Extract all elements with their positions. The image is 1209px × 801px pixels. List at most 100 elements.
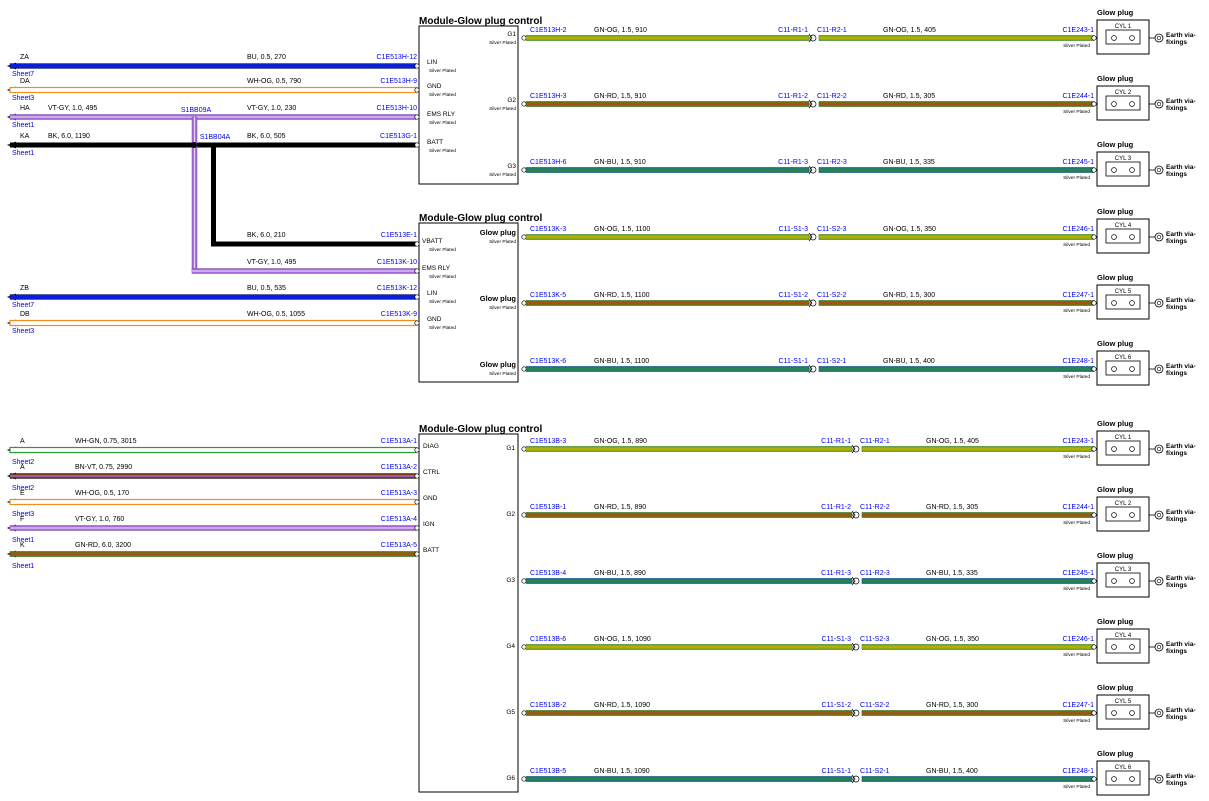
glow-plug-box-inner <box>1105 228 1141 244</box>
wire-spec: BN-VT, 0.75, 2990 <box>75 464 132 471</box>
sheet-link[interactable]: Sheet7 <box>12 302 34 309</box>
sheet-link[interactable]: Sheet1 <box>12 150 34 157</box>
module-pin-label: Glow plug <box>480 228 517 237</box>
connector-id-link[interactable]: C1E247-1 <box>1062 292 1094 299</box>
connector-id-link[interactable]: C1E513B-6 <box>530 636 566 643</box>
inline-connector-id[interactable]: C11-S1-1 <box>822 768 852 775</box>
inline-connector-id[interactable]: C11-R2-1 <box>817 27 847 34</box>
connector-id-link[interactable]: C1E513H-3 <box>530 93 567 100</box>
connector-id-link[interactable]: C1E248-1 <box>1062 768 1094 775</box>
connector-id-link[interactable]: C1E246-1 <box>1062 226 1094 233</box>
connector-id-link[interactable]: C1E513K-12 <box>377 285 417 292</box>
inline-connector-id[interactable]: C11-S1-2 <box>779 292 809 299</box>
plug-pin-icon <box>1129 578 1135 584</box>
inline-connector-id[interactable]: C11-R1-2 <box>778 93 808 100</box>
inline-connector-id[interactable]: C11-R1-1 <box>821 438 851 445</box>
earth-icon-inner <box>1156 234 1162 240</box>
plating-label: Silver Plated <box>1063 242 1090 248</box>
inline-connector-id[interactable]: C11-R2-2 <box>860 504 890 511</box>
wire-segment <box>9 446 417 454</box>
wire-spec: GN-BU, 1.5, 910 <box>594 159 646 166</box>
inline-connector-id[interactable]: C11-S1-1 <box>779 358 809 365</box>
plug-pin-icon <box>1111 234 1117 240</box>
glow-plug-title: Glow plug <box>1097 339 1134 348</box>
earth-label: Earth via- <box>1166 509 1196 516</box>
inline-connector-id[interactable]: C11-R2-3 <box>817 159 847 166</box>
module-pin-label: GND <box>427 83 442 90</box>
connector-id-link[interactable]: C1E513H-12 <box>377 54 418 61</box>
connector-id-link[interactable]: C1E243-1 <box>1062 27 1094 34</box>
plating-label: Silver Plated <box>1063 109 1090 115</box>
splice-id-link[interactable]: S1BB04A <box>200 134 231 141</box>
glow-plug-title: Glow plug <box>1097 419 1134 428</box>
inline-connector-id[interactable]: C11-S2-1 <box>860 768 890 775</box>
wire-spec: GN-BU, 1.5, 335 <box>926 570 978 577</box>
splice-id-link[interactable]: S1BB09A <box>181 107 212 114</box>
plug-terminal <box>1091 234 1097 240</box>
glow-plug-title: Glow plug <box>1097 683 1134 692</box>
inline-connector-id[interactable]: C11-S2-2 <box>817 292 847 299</box>
inline-connector-id[interactable]: C11-S2-2 <box>860 702 890 709</box>
inline-connector-id[interactable]: C11-S1-2 <box>822 702 852 709</box>
connector-id-link[interactable]: C1E513K-9 <box>381 311 417 318</box>
wire-spec: WH-OG, 0.5, 1055 <box>247 311 305 318</box>
connector-id-link[interactable]: C1E513H-2 <box>530 27 567 34</box>
connector-id-link[interactable]: C1E247-1 <box>1062 702 1094 709</box>
plug-pin-icon <box>1129 101 1135 107</box>
connector-id-link[interactable]: C1E513B-4 <box>530 570 566 577</box>
connector-id-link[interactable]: C1E513K-5 <box>530 292 566 299</box>
connector-id-link[interactable]: C1E248-1 <box>1062 358 1094 365</box>
connector-id-link[interactable]: C1E243-1 <box>1062 438 1094 445</box>
sheet-link[interactable]: Sheet1 <box>12 122 34 129</box>
inline-connector-id[interactable]: C11-R1-1 <box>778 27 808 34</box>
connector-id-link[interactable]: C1E513B-1 <box>530 504 566 511</box>
connector-id-link[interactable]: C1E513K-10 <box>377 259 417 266</box>
wire-spec: WH-OG, 0.5, 790 <box>247 78 301 85</box>
connector-id-link[interactable]: C1E246-1 <box>1062 636 1094 643</box>
inline-connector-id[interactable]: C11-R2-1 <box>860 438 890 445</box>
connector-id-link[interactable]: C1E513B-2 <box>530 702 566 709</box>
connector-id-link[interactable]: C1E513B-5 <box>530 768 566 775</box>
connector-id-link[interactable]: C1E513H-9 <box>380 78 417 85</box>
connector-id-link[interactable]: C1E513K-6 <box>530 358 566 365</box>
sheet-link[interactable]: Sheet1 <box>12 563 34 570</box>
plating-label: Silver Plated <box>489 371 516 377</box>
inline-connector-id[interactable]: C11-R1-2 <box>821 504 851 511</box>
off-page-id: ZA <box>20 54 29 61</box>
sheet-link[interactable]: Sheet7 <box>12 71 34 78</box>
inline-connector-id[interactable]: C11-S2-3 <box>860 636 890 643</box>
connector-id-link[interactable]: C1E513A-3 <box>381 490 417 497</box>
inline-connector-id[interactable]: C11-R2-3 <box>860 570 890 577</box>
inline-connector-id[interactable]: C11-S2-3 <box>817 226 847 233</box>
wire-spec: GN-RD, 1.5, 305 <box>926 504 978 511</box>
inline-connector-id[interactable]: C11-R1-3 <box>821 570 851 577</box>
inline-connector-id[interactable]: C11-R1-3 <box>778 159 808 166</box>
connector-id-link[interactable]: C1E244-1 <box>1062 504 1094 511</box>
inline-connector-id[interactable]: C11-R2-2 <box>817 93 847 100</box>
connector-id-link[interactable]: C1E244-1 <box>1062 93 1094 100</box>
connector-id-link[interactable]: C1E245-1 <box>1062 159 1094 166</box>
earth-label: Earth via- <box>1166 297 1196 304</box>
wire-spec: GN-BU, 1.5, 890 <box>594 570 646 577</box>
connector-id-link[interactable]: C1E513A-2 <box>381 464 417 471</box>
plug-terminal <box>1091 300 1097 306</box>
module-pin-label: GND <box>423 495 438 502</box>
connector-id-link[interactable]: C1E513A-1 <box>381 438 417 445</box>
connector-id-link[interactable]: C1E245-1 <box>1062 570 1094 577</box>
connector-id-link[interactable]: C1E513E-1 <box>381 232 417 239</box>
inline-connector-id[interactable]: C11-S2-1 <box>817 358 847 365</box>
sheet-link[interactable]: Sheet3 <box>12 328 34 335</box>
connector-id-link[interactable]: C1E513G-1 <box>380 133 417 140</box>
connector-id-link[interactable]: C1E513A-5 <box>381 542 417 549</box>
connector-id-link[interactable]: C1E513A-4 <box>381 516 417 523</box>
connector-id-link[interactable]: C1E513H-6 <box>530 159 567 166</box>
inline-connector-id[interactable]: C11-S1-3 <box>822 636 852 643</box>
connector-id-link[interactable]: C1E513K-3 <box>530 226 566 233</box>
connector-id-link[interactable]: C1E513H-10 <box>377 105 418 112</box>
module-output-pin <box>521 234 527 240</box>
inline-connector-id[interactable]: C11-S1-3 <box>779 226 809 233</box>
connector-id-link[interactable]: C1E513B-3 <box>530 438 566 445</box>
plug-terminal <box>1091 35 1097 41</box>
sheet-link[interactable]: Sheet3 <box>12 95 34 102</box>
wire-spec: GN-RD, 1.5, 305 <box>883 93 935 100</box>
